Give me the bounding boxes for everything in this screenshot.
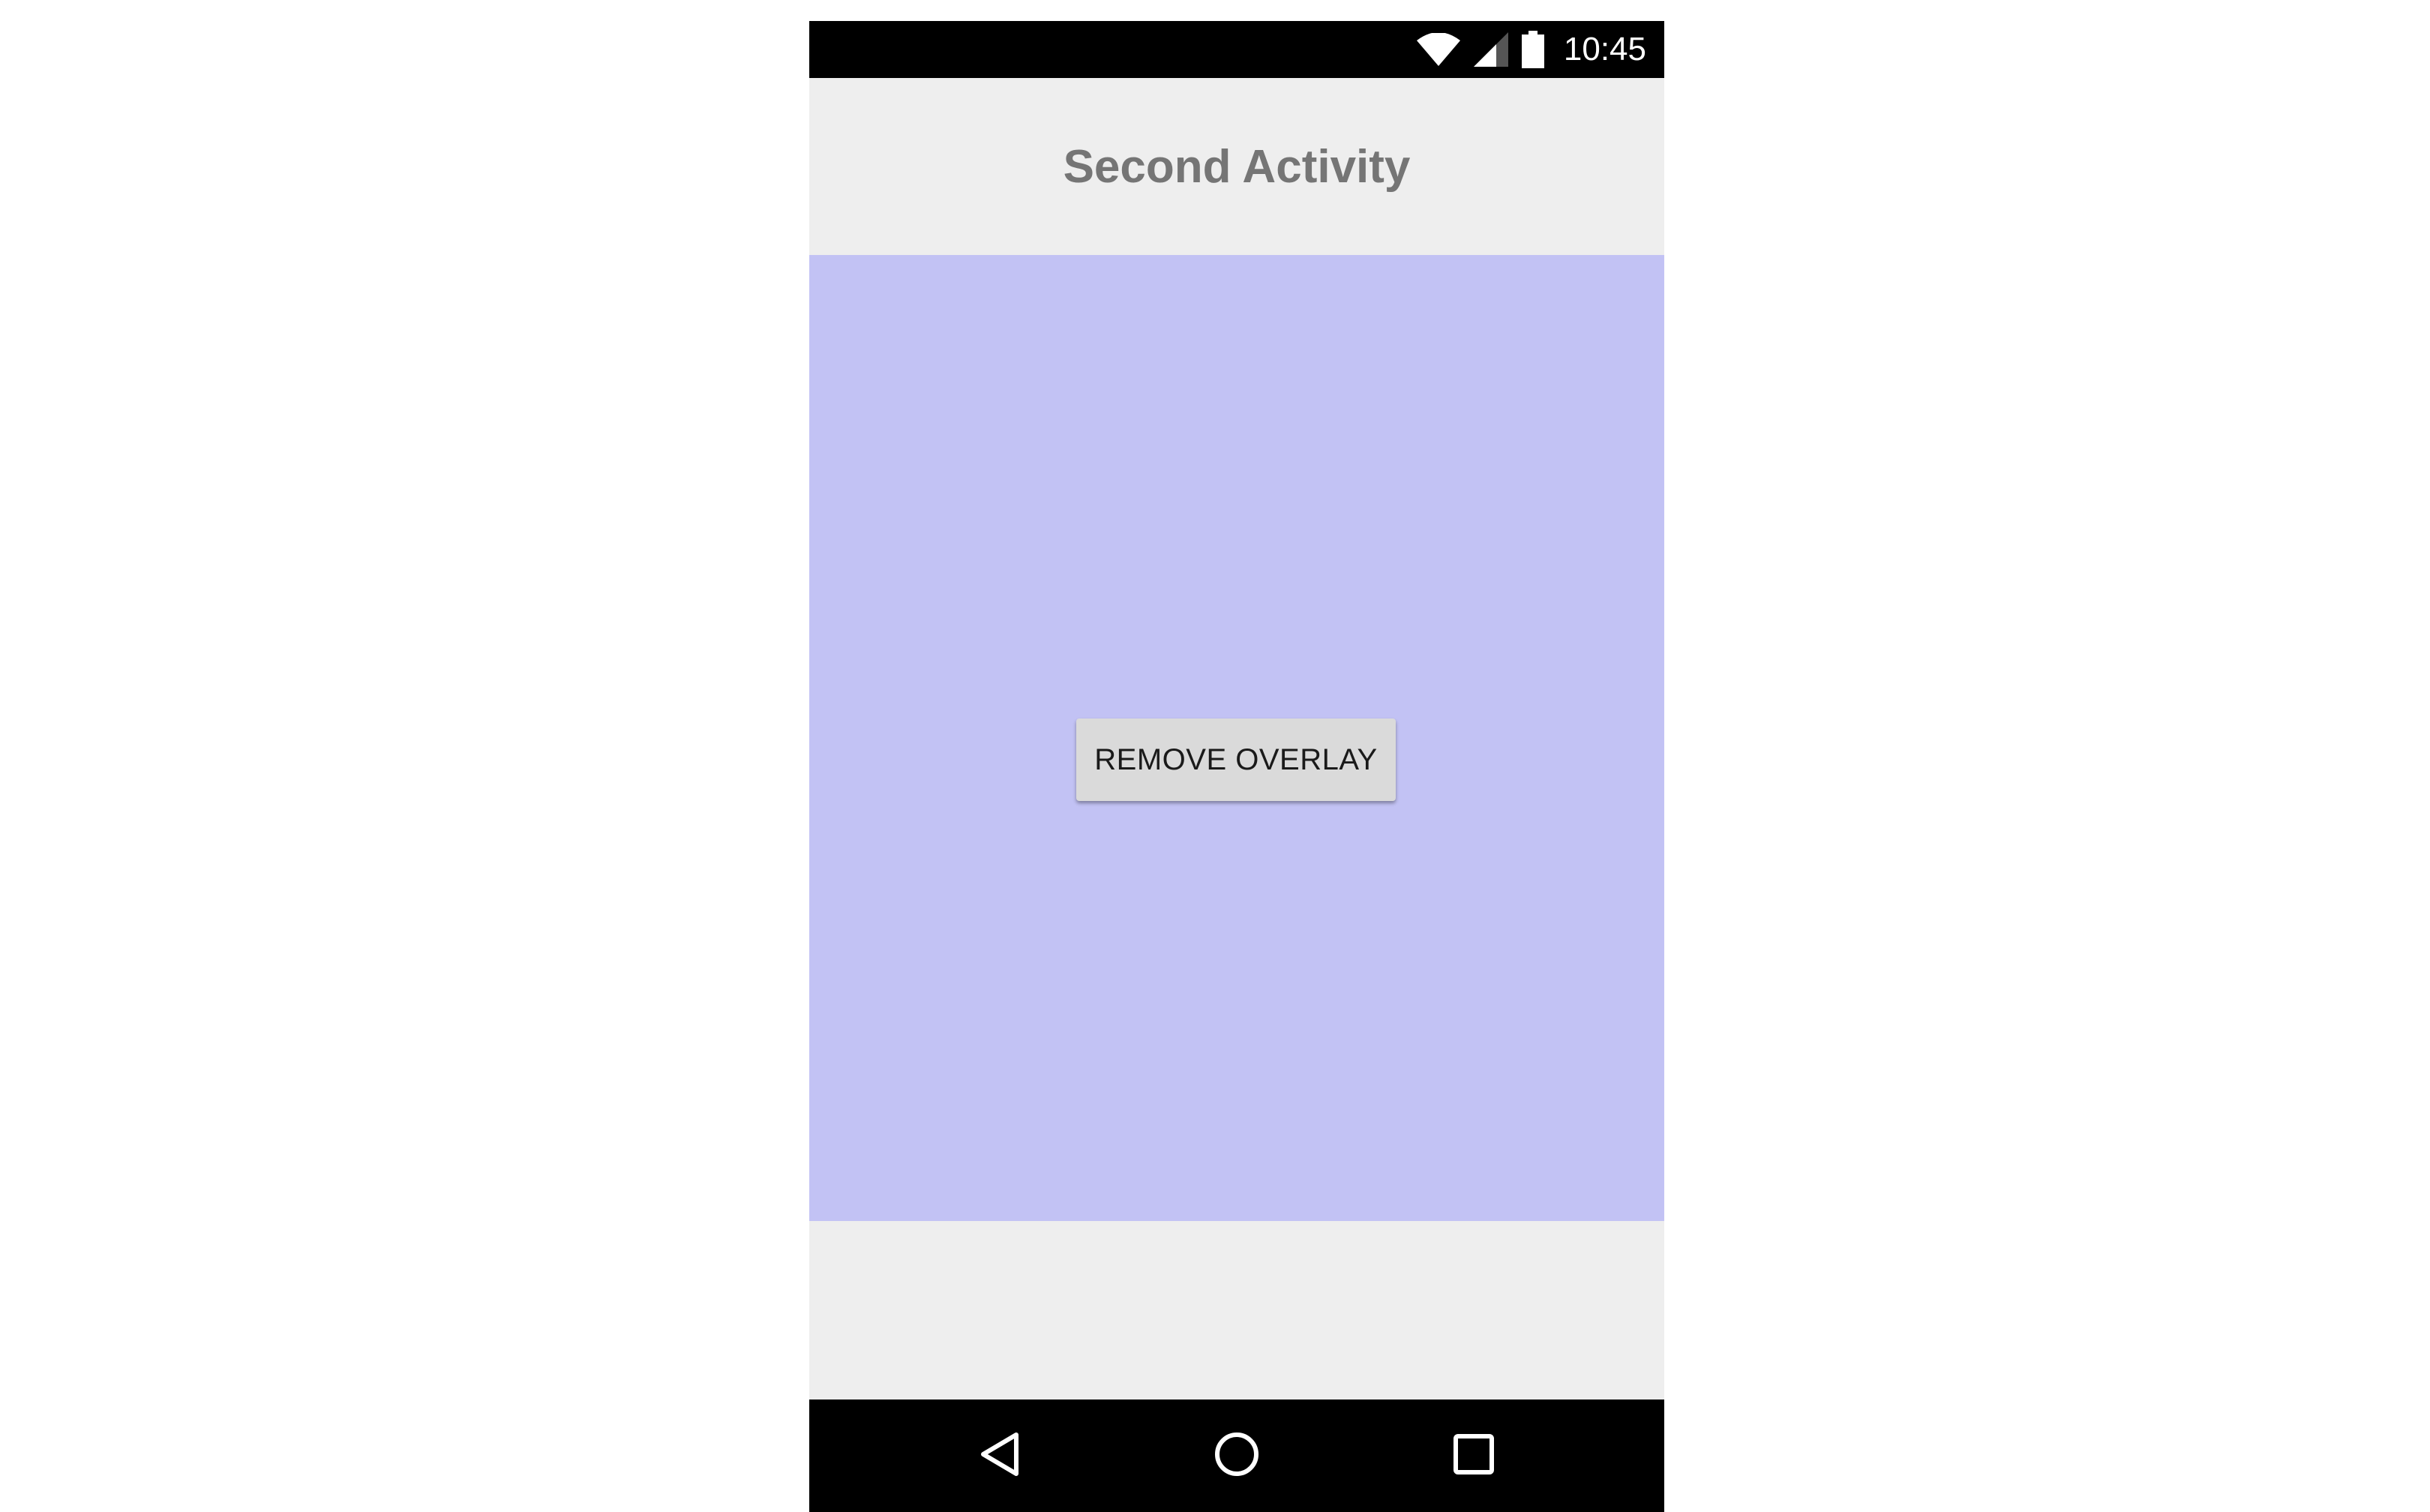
remove-overlay-button[interactable]: REMOVE OVERLAY	[1076, 718, 1396, 801]
back-button[interactable]	[955, 1400, 1045, 1512]
recents-icon	[1453, 1433, 1495, 1479]
phone-screen: 10:45 Second Activity REMOVE OVERLAY	[809, 21, 1664, 1512]
battery-icon	[1521, 31, 1544, 68]
status-clock: 10:45	[1563, 31, 1646, 68]
back-icon	[977, 1431, 1022, 1481]
status-bar: 10:45	[809, 21, 1664, 78]
content-bottom-area	[809, 1221, 1664, 1400]
page-title: Second Activity	[1063, 141, 1411, 193]
status-icons: 10:45	[1416, 21, 1646, 78]
home-button[interactable]	[1192, 1400, 1282, 1512]
overlay-panel: REMOVE OVERLAY	[809, 255, 1664, 1221]
home-icon	[1214, 1431, 1260, 1481]
wifi-icon	[1416, 33, 1460, 66]
title-area: Second Activity	[809, 78, 1664, 255]
recents-button[interactable]	[1429, 1400, 1519, 1512]
cell-signal-icon	[1473, 32, 1508, 67]
navigation-bar	[809, 1400, 1664, 1512]
